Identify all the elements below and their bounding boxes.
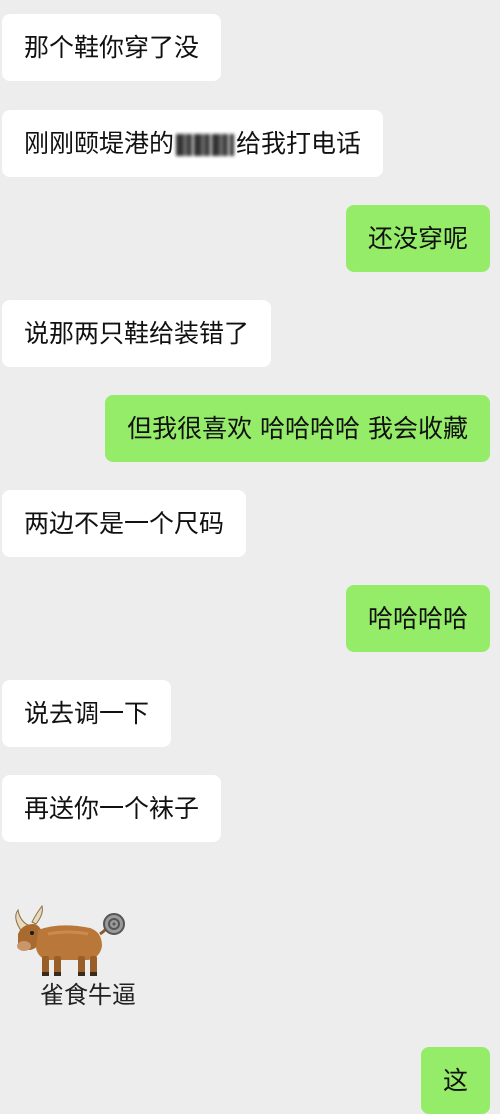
incoming-message[interactable]: 说去调一下 — [2, 680, 172, 747]
message-text: 这 — [442, 1066, 468, 1095]
message-text: 给我打电话 — [236, 129, 362, 158]
outgoing-message[interactable]: 还没穿呢 — [345, 205, 490, 272]
incoming-message[interactable]: 再送你一个袜子 — [2, 775, 222, 842]
outgoing-message[interactable]: 但我很喜欢 哈哈哈哈 我会收藏 — [105, 395, 490, 462]
sticker-caption: 雀食牛逼 — [40, 981, 136, 1009]
message-text: 哈哈哈哈 — [367, 604, 468, 633]
message-text: 再送你一个袜子 — [24, 794, 200, 823]
message-text: 说去调一下 — [24, 699, 150, 728]
outgoing-message[interactable]: 哈哈哈哈 — [345, 585, 490, 652]
message-text: 但我很喜欢 哈哈哈哈 我会收藏 — [127, 414, 468, 443]
message-text: 那个鞋你穿了没 — [24, 33, 200, 62]
redacted-mosaic — [176, 134, 235, 156]
incoming-message[interactable]: 刚刚颐堤港的 给我打电话 — [2, 110, 384, 177]
message-text: 刚刚颐堤港的 — [24, 129, 175, 158]
incoming-message[interactable]: 那个鞋你穿了没 — [2, 14, 222, 81]
outgoing-message[interactable]: 这 — [420, 1047, 490, 1114]
message-text: 还没穿呢 — [367, 224, 468, 253]
sticker-message[interactable]: 雀食牛逼 — [0, 868, 180, 1009]
bull-icon — [15, 904, 125, 976]
incoming-message[interactable]: 两边不是一个尺码 — [2, 490, 247, 557]
message-text: 两边不是一个尺码 — [24, 509, 225, 538]
message-text: 说那两只鞋给装错了 — [24, 319, 250, 348]
incoming-message[interactable]: 说那两只鞋给装错了 — [2, 300, 272, 367]
